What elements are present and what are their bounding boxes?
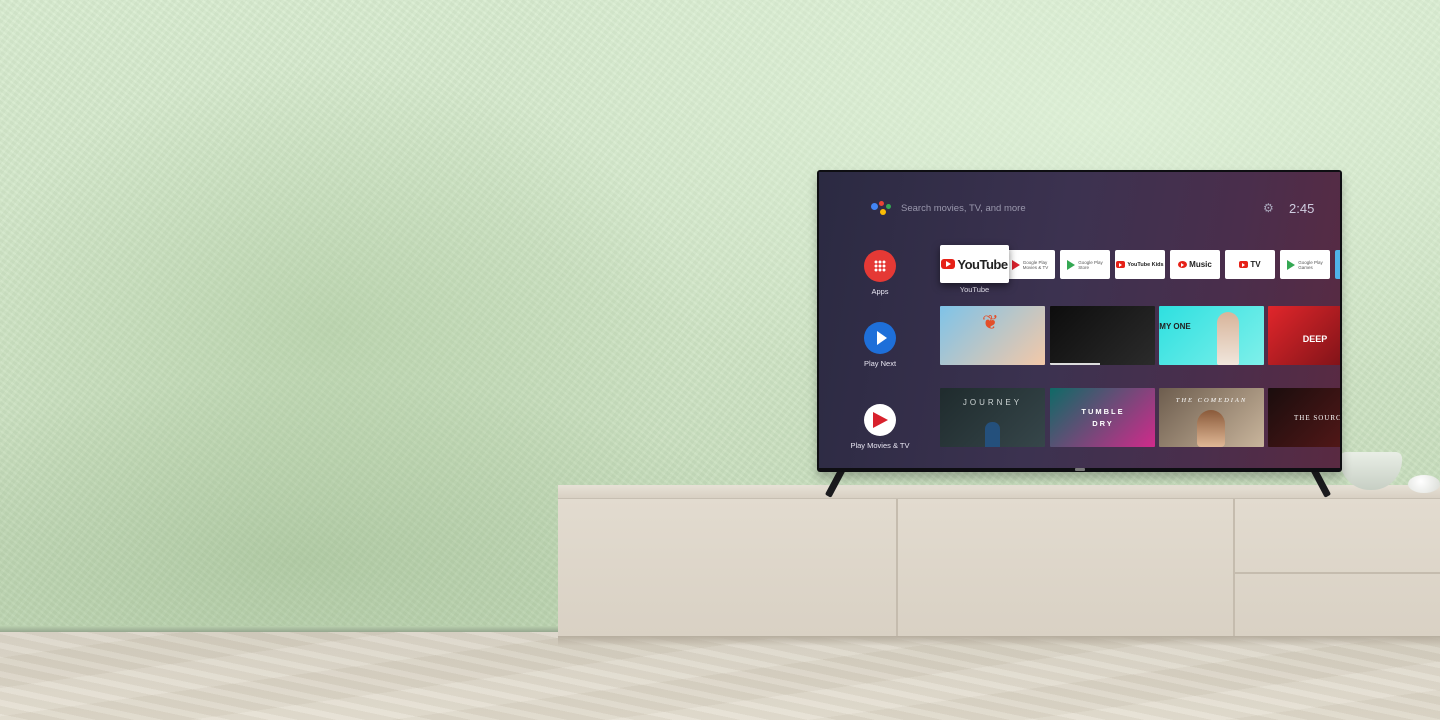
movie-card[interactable]: THE SOURCE: [1268, 388, 1340, 447]
rail-apps-label: Apps: [871, 287, 889, 296]
cabinet-shadow: [558, 636, 1440, 646]
tile-line2: Store: [1078, 264, 1089, 270]
youtube-icon: [941, 259, 956, 269]
clock: 2:45: [1289, 201, 1315, 216]
tv-cabinet: [558, 485, 1440, 650]
cabinet-door-middle: [898, 499, 1235, 636]
progress-bar: [1050, 363, 1100, 365]
app-tile-play-store[interactable]: Google Play Store: [1060, 250, 1110, 279]
play-games-icon: [1287, 259, 1296, 270]
rail-play-next[interactable]: Play Next: [849, 322, 911, 368]
rail-play-next-label: Play Next: [863, 359, 897, 368]
play-next-card[interactable]: ❦: [940, 306, 1045, 365]
tile-line2: Games: [1298, 264, 1313, 270]
thumb-title: JOURNEY: [962, 398, 1023, 407]
television: Search movies, TV, and more ⚙ 2:45 Apps …: [817, 170, 1342, 472]
tile-line1: Google Play: [1298, 259, 1323, 265]
app-tile-youtube-music[interactable]: Music: [1170, 250, 1220, 279]
app-tile-play-movies[interactable]: Google Play Movies & TV: [1005, 250, 1055, 279]
rail-play-movies-label: Play Movies & TV: [850, 441, 910, 450]
youtube-tv-icon: [1239, 261, 1249, 268]
app-tile-play-games[interactable]: Google Play Games: [1280, 250, 1330, 279]
app-tile-youtube-tv[interactable]: TV: [1225, 250, 1275, 279]
app-tile-youtube-label: YouTube: [957, 256, 1008, 272]
youtube-kids-icon: [1116, 261, 1126, 268]
rail-apps[interactable]: Apps: [849, 250, 911, 296]
play-next-card[interactable]: [1050, 306, 1155, 365]
movie-card[interactable]: TUMBLE DRY: [1050, 388, 1155, 447]
gear-icon[interactable]: ⚙: [1263, 202, 1275, 214]
woman-figure: [1217, 312, 1239, 365]
search-bar[interactable]: Search movies, TV, and more: [901, 203, 1026, 214]
living-room-scene: Search movies, TV, and more ⚙ 2:45 Apps …: [0, 0, 1440, 720]
tile-line1: Google Play: [1022, 259, 1048, 265]
play-next-card[interactable]: DEEP: [1268, 306, 1340, 365]
play-next-card[interactable]: MY ONE: [1159, 306, 1264, 365]
app-tile-youtube-kids-label: YouTube Kids: [1127, 261, 1164, 268]
youtube-music-icon: [1178, 261, 1188, 268]
play-store-icon: [1067, 259, 1076, 270]
movie-card[interactable]: JOURNEY: [940, 388, 1045, 447]
app-tile-youtube-kids[interactable]: YouTube Kids: [1115, 250, 1165, 279]
play-movies-icon: [1011, 259, 1020, 270]
thumb-title: THE SOURCE: [1294, 414, 1340, 422]
focused-app-caption: YouTube: [959, 285, 990, 294]
google-assistant-icon[interactable]: [871, 201, 891, 217]
android-tv-home-screen: Search movies, TV, and more ⚙ 2:45 Apps …: [819, 172, 1340, 468]
thumb-title: TUMBLE DRY: [1081, 407, 1125, 428]
rail-play-movies[interactable]: Play Movies & TV: [849, 404, 911, 450]
cabinet-drawer-divider: [1235, 572, 1440, 574]
thumb-title: MY ONE: [1159, 322, 1191, 331]
thumb-title: DEEP: [1302, 334, 1328, 344]
movie-card[interactable]: THE COMEDIAN: [1159, 388, 1264, 447]
app-tile-partial[interactable]: [1335, 250, 1340, 279]
app-tile-youtube[interactable]: YouTube: [940, 245, 1009, 283]
app-tile-music-label: Music: [1189, 260, 1212, 269]
face-portrait: [1197, 410, 1225, 447]
cabinet-top: [558, 485, 1440, 499]
tile-line2: Movies & TV: [1022, 264, 1049, 270]
tile-line1: Google Play: [1078, 259, 1103, 265]
decor-pebble: [1408, 475, 1440, 493]
play-movies-icon: [864, 404, 896, 436]
play-icon: [864, 322, 896, 354]
cabinet-door-left: [558, 499, 898, 636]
thumb-title: THE COMEDIAN: [1175, 397, 1248, 404]
apps-grid-icon: [864, 250, 896, 282]
tv-brand-logo: [1075, 468, 1085, 471]
butterfly-icon: ❦: [982, 312, 999, 334]
hooded-figure: [985, 422, 1000, 447]
app-tile-tv-label: TV: [1250, 260, 1261, 269]
